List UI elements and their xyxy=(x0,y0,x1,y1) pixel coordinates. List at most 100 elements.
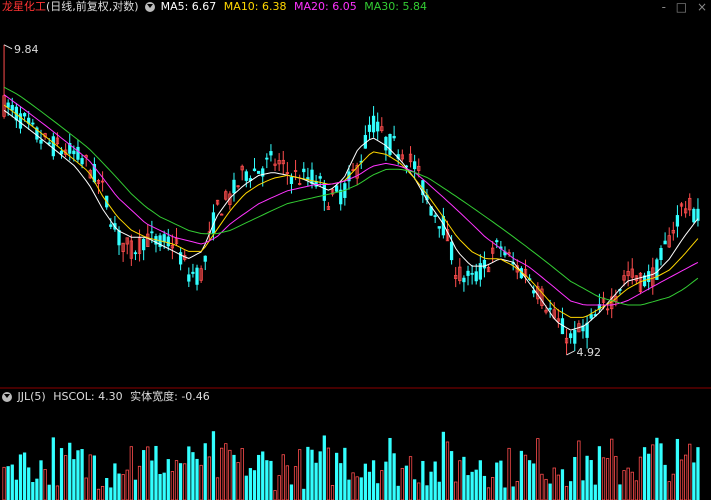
volume-bar xyxy=(597,446,602,500)
volume-bar xyxy=(39,460,43,500)
volume-bar xyxy=(564,485,569,500)
volume-bar xyxy=(371,460,376,500)
kline-chart[interactable]: 9.84 4.92 xyxy=(0,0,711,500)
volume-bar xyxy=(84,477,88,500)
volume-bar xyxy=(43,469,47,500)
volume-bar xyxy=(236,462,240,500)
volume-bar xyxy=(380,470,384,500)
volume-bar xyxy=(400,467,404,500)
max-price-pointer xyxy=(3,44,13,50)
volume-bar xyxy=(72,459,76,500)
volume-bar xyxy=(462,456,466,500)
volume-bar xyxy=(150,460,154,500)
candle-body xyxy=(388,134,392,155)
volume-bar xyxy=(499,460,503,500)
candle-body xyxy=(392,135,396,139)
volume-bar xyxy=(470,471,474,500)
candle-body xyxy=(569,333,573,339)
volume-bar xyxy=(232,454,236,500)
volume-bar xyxy=(544,478,548,500)
candle-body xyxy=(133,252,138,255)
candle-body xyxy=(548,307,552,310)
volume-bar xyxy=(376,483,380,500)
volume-bar xyxy=(220,447,224,500)
volume-bar xyxy=(199,464,203,500)
volume-bar xyxy=(343,447,347,500)
volume-bar xyxy=(207,456,211,500)
volume-bar xyxy=(671,473,675,500)
volume-bar xyxy=(655,437,659,500)
volume-bar xyxy=(191,452,195,500)
volume-bar xyxy=(593,484,597,500)
volume-bar xyxy=(289,484,294,500)
volume-bar xyxy=(433,461,437,500)
volume-bar xyxy=(569,481,573,500)
volume-bar xyxy=(31,482,35,500)
volume-bar xyxy=(55,485,60,500)
candle-body xyxy=(692,208,696,223)
volume-bar xyxy=(27,467,31,500)
volume-bar xyxy=(638,456,643,500)
volume-bar xyxy=(96,488,101,500)
volume-bar xyxy=(527,460,532,500)
volume-bar xyxy=(511,486,515,500)
volume-bar xyxy=(146,446,150,500)
candle-body xyxy=(109,224,113,227)
volume-layer xyxy=(2,431,700,500)
volume-bar xyxy=(675,438,680,500)
volume-bar xyxy=(355,476,359,500)
volume-bar xyxy=(100,485,105,500)
volume-bar xyxy=(454,481,458,500)
volume-bar xyxy=(688,443,692,500)
volume-bar xyxy=(507,447,511,500)
volume-bar xyxy=(273,490,277,500)
volume-bar xyxy=(142,450,146,500)
volume-bar xyxy=(265,460,269,500)
candle-body xyxy=(244,171,248,181)
volume-bar xyxy=(64,455,68,500)
candle-body xyxy=(310,169,314,184)
candle-body xyxy=(166,236,170,247)
volume-bar xyxy=(334,452,339,500)
candle-body xyxy=(203,255,207,262)
volume-bar xyxy=(441,431,446,500)
volume-bar xyxy=(589,460,593,500)
candle-body xyxy=(462,277,466,283)
volume-bar xyxy=(261,451,265,500)
volume-bar xyxy=(68,442,72,500)
volume-bar xyxy=(281,454,285,500)
volume-bar xyxy=(92,455,97,500)
max-price-label: 9.84 xyxy=(14,43,39,56)
volume-bar xyxy=(178,463,183,500)
volume-bar xyxy=(392,453,396,500)
volume-bar xyxy=(683,454,688,500)
candle-body xyxy=(384,136,388,151)
candle-body xyxy=(437,226,441,229)
volume-bar xyxy=(244,475,248,500)
volume-bar xyxy=(121,474,125,500)
volume-bar xyxy=(174,460,179,500)
volume-bar xyxy=(183,463,187,500)
volume-bar xyxy=(618,484,622,500)
volume-bar xyxy=(158,473,162,500)
candle-body xyxy=(585,322,589,338)
volume-bar xyxy=(129,446,133,500)
volume-bar xyxy=(293,466,298,500)
volume-bar xyxy=(314,462,318,500)
volume-bar xyxy=(256,454,261,500)
volume-bar xyxy=(269,460,273,500)
volume-bar xyxy=(515,481,519,500)
volume-bar xyxy=(573,456,577,500)
candle-body xyxy=(76,146,80,160)
volume-bar xyxy=(76,450,80,500)
volume-bar xyxy=(162,472,166,500)
volume-bar xyxy=(449,451,454,500)
volume-bar xyxy=(6,466,10,500)
volume-bar xyxy=(363,463,368,500)
volume-bar xyxy=(318,451,322,500)
candle-body xyxy=(191,271,195,274)
candle-body xyxy=(482,259,487,269)
volume-bar xyxy=(560,469,565,500)
candle-body xyxy=(195,267,199,285)
candle-body xyxy=(265,157,269,160)
